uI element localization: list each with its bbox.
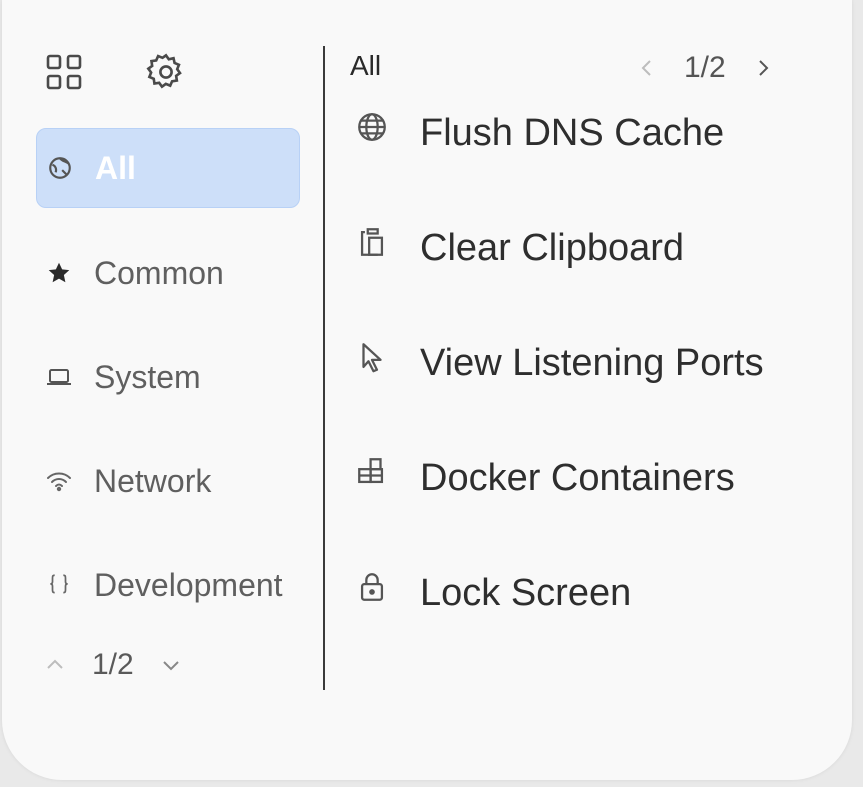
command-lock-screen[interactable]: Lock Screen: [352, 562, 832, 677]
laptop-icon: [40, 365, 78, 389]
chevron-right-icon[interactable]: [748, 53, 778, 83]
command-pager: 1/2: [632, 48, 778, 88]
command-list: Flush DNS Cache Clear Clipboard View Lis…: [352, 102, 832, 677]
containers-icon: [352, 447, 392, 489]
clipboard-icon: [352, 217, 392, 259]
category-label: Network: [94, 462, 212, 499]
command-docker-containers[interactable]: Docker Containers: [352, 447, 832, 562]
command-label: Docker Containers: [420, 457, 735, 499]
lock-icon: [352, 562, 392, 604]
toolbar: [42, 52, 188, 92]
chevron-left-icon[interactable]: [632, 53, 662, 83]
category-item-development[interactable]: Development: [36, 546, 300, 624]
star-icon: [40, 260, 78, 286]
command-label: Flush DNS Cache: [420, 112, 725, 154]
category-item-network[interactable]: Network: [36, 442, 300, 520]
chevron-down-icon[interactable]: [156, 650, 186, 680]
command-view-listening-ports[interactable]: View Listening Ports: [352, 332, 832, 447]
category-label: All: [95, 149, 136, 186]
category-label: Common: [94, 254, 224, 291]
section-title: All: [350, 50, 382, 81]
command-clear-clipboard[interactable]: Clear Clipboard: [352, 217, 832, 332]
gear-icon[interactable]: [144, 50, 188, 94]
command-flush-dns-cache[interactable]: Flush DNS Cache: [352, 102, 832, 217]
command-page-indicator: 1/2: [684, 51, 726, 84]
category-item-system[interactable]: System: [36, 338, 300, 416]
category-page-indicator: 1/2: [92, 648, 134, 681]
globe-icon: [352, 102, 392, 144]
grid-icon[interactable]: [42, 50, 86, 94]
command-label: View Listening Ports: [420, 342, 764, 384]
chevron-up-icon[interactable]: [40, 650, 70, 680]
category-item-common[interactable]: Common: [36, 234, 300, 312]
category-pager: 1/2: [40, 640, 186, 690]
command-label: Clear Clipboard: [420, 227, 685, 269]
category-item-all[interactable]: All: [36, 128, 300, 208]
divider: [323, 46, 325, 690]
braces-icon: [40, 572, 78, 598]
category-label: Development: [94, 566, 283, 603]
category-label: System: [94, 358, 201, 395]
launcher-panel: All Common System Network Development 1/…: [2, 0, 852, 780]
globe-pin-icon: [41, 155, 79, 181]
wifi-icon: [40, 469, 78, 493]
cursor-icon: [352, 332, 392, 374]
category-list: All Common System Network Development: [36, 128, 300, 650]
command-label: Lock Screen: [420, 572, 632, 614]
